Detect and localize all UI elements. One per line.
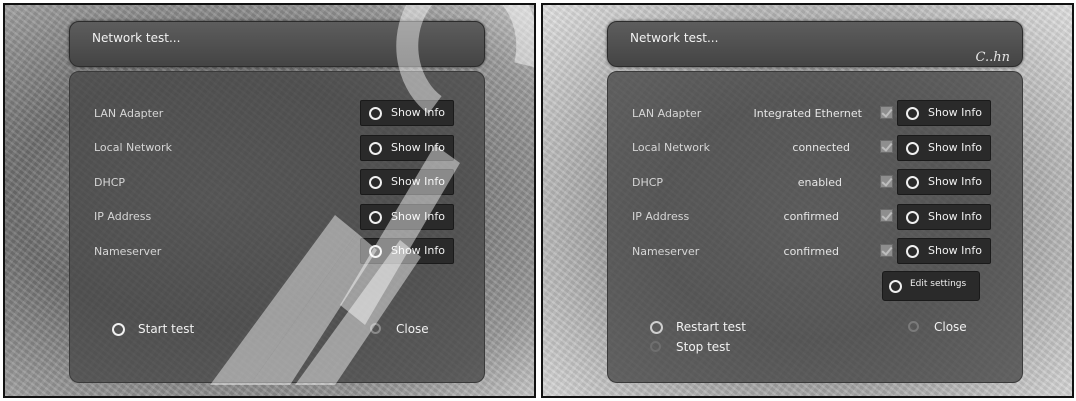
- network-test-screen-result: Network test... C..hn LAN Adapter Local …: [541, 3, 1074, 398]
- radio-icon: [650, 341, 661, 352]
- radio-icon: [650, 321, 663, 334]
- radio-icon: [906, 211, 919, 224]
- test-panel: LAN Adapter Local Network DHCP IP Addres…: [607, 71, 1023, 383]
- button-label: Show Info: [928, 141, 982, 154]
- check-icon: [880, 175, 893, 188]
- row-label-nameserver: Nameserver: [632, 245, 700, 258]
- dialog-title: Network test...: [630, 31, 719, 45]
- show-info-button-dhcp[interactable]: Show Info: [897, 169, 991, 195]
- button-label: Show Info: [928, 106, 982, 119]
- row-label-local-network: Local Network: [632, 141, 710, 154]
- button-label: Show Info: [928, 244, 982, 257]
- value-local-network: connected: [792, 141, 850, 154]
- row-label-lan-adapter: LAN Adapter: [632, 107, 702, 120]
- value-nameserver: confirmed: [783, 245, 839, 258]
- radio-icon: [906, 107, 919, 120]
- restart-test-label: Restart test: [676, 320, 746, 334]
- title-bar: Network test... C..hn: [607, 21, 1023, 67]
- show-info-button-lan-adapter[interactable]: Show Info: [897, 100, 991, 126]
- check-icon: [880, 244, 893, 257]
- check-icon: [880, 209, 893, 222]
- stop-test-label: Stop test: [676, 340, 731, 354]
- radio-icon: [906, 142, 919, 155]
- watermark: [210, 5, 534, 385]
- show-info-button-ip-address[interactable]: Show Info: [897, 204, 991, 230]
- radio-icon: [889, 280, 902, 293]
- close-label: Close: [934, 320, 967, 334]
- edit-settings-label: Edit settings: [910, 279, 967, 289]
- check-icon: [880, 106, 893, 119]
- radio-icon: [906, 176, 919, 189]
- button-label: Show Info: [928, 210, 982, 223]
- value-ip-address: confirmed: [783, 210, 839, 223]
- show-info-button-nameserver[interactable]: Show Info: [897, 238, 991, 264]
- radio-icon: [906, 245, 919, 258]
- network-test-screen-initial: Network test... LAN Adapter Local Networ…: [3, 3, 536, 398]
- channel-logo: C..hn: [975, 50, 1011, 65]
- row-label-ip-address: IP Address: [632, 210, 690, 223]
- check-icon: [880, 140, 893, 153]
- row-label-dhcp: DHCP: [632, 176, 664, 189]
- edit-settings-button[interactable]: Edit settings: [882, 271, 980, 301]
- button-label: Show Info: [928, 175, 982, 188]
- value-dhcp: enabled: [797, 176, 842, 189]
- value-lan-adapter: Integrated Ethernet: [753, 107, 863, 120]
- show-info-button-local-network[interactable]: Show Info: [897, 135, 991, 161]
- radio-icon: [908, 321, 919, 332]
